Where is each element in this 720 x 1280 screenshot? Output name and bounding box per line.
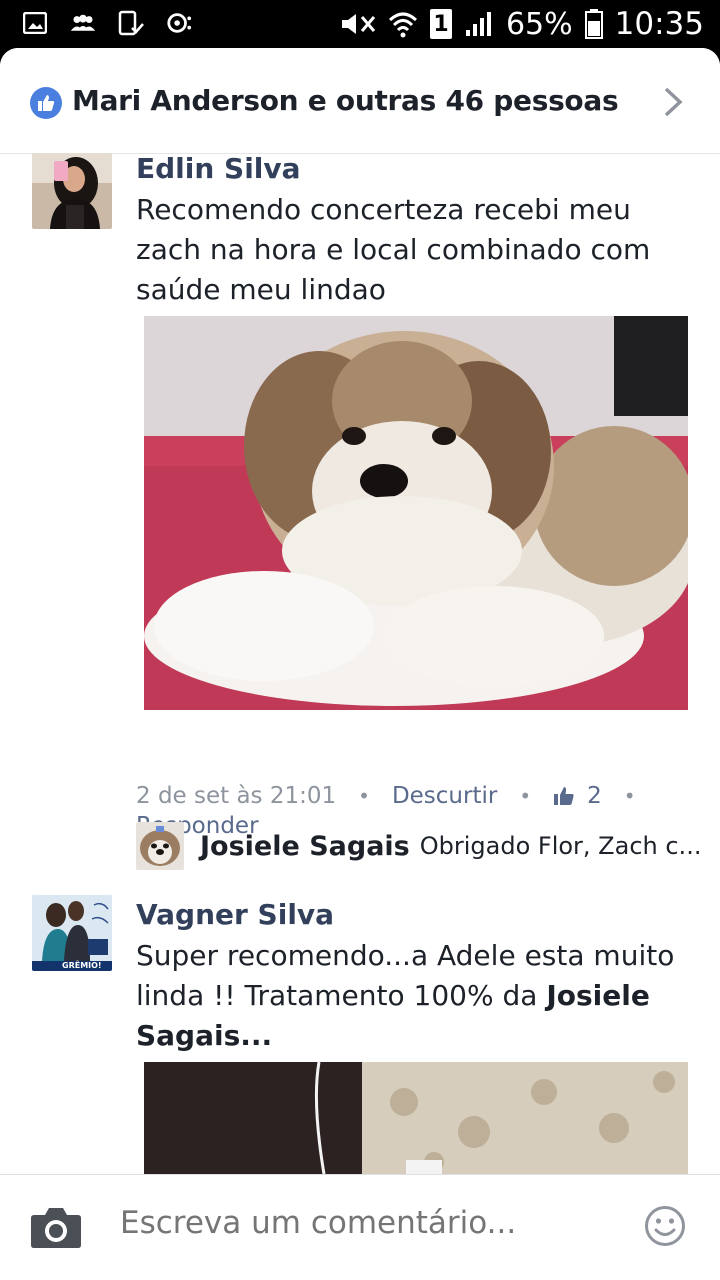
comment-text: Super recomendo...a Adele esta muito lin…	[136, 936, 696, 1056]
comment-timestamp[interactable]: 2 de set às 21:01	[136, 783, 336, 809]
like-count[interactable]: 2	[553, 783, 602, 809]
reply-author[interactable]: Josiele Sagais	[200, 831, 410, 862]
unlike-link[interactable]: Descurtir	[392, 783, 497, 809]
reply-avatar[interactable]	[136, 822, 184, 870]
comment-meta: 2 de set às 21:01 • Descurtir • 2 •	[136, 783, 658, 809]
separator-dot: •	[519, 784, 532, 808]
sim-indicator: 1	[429, 9, 452, 39]
comment-text: Recomendo concerteza recebi meu zach na …	[136, 193, 651, 306]
comment-photo[interactable]	[144, 316, 688, 710]
wifi-icon	[388, 12, 417, 38]
signal-icon	[465, 12, 491, 36]
gallery-icon	[22, 10, 48, 36]
comment-composer	[0, 1174, 720, 1280]
camera-icon[interactable]	[30, 1205, 82, 1249]
like-count-value: 2	[587, 783, 602, 809]
comment-author[interactable]: Edlin Silva	[136, 152, 301, 185]
avatar-caption: GRÊMIO!	[62, 961, 102, 970]
like-badge-icon	[30, 87, 62, 119]
separator-dot: •	[358, 784, 370, 808]
comment-photo[interactable]	[144, 1062, 688, 1174]
clock: 10:35	[614, 6, 704, 42]
reactions-header[interactable]: Mari Anderson e outras 46 pessoas	[0, 48, 720, 154]
emoji-icon[interactable]	[644, 1205, 686, 1247]
thumbs-up-icon	[554, 787, 574, 805]
reply-text: Obrigado Flor, Zach c...	[419, 832, 702, 860]
group-icon	[70, 10, 96, 36]
reply-preview[interactable]: Josiele Sagais Obrigado Flor, Zach c...	[136, 822, 701, 870]
comment-input[interactable]	[120, 1205, 620, 1241]
avatar[interactable]	[32, 153, 112, 229]
mute-icon	[341, 14, 376, 34]
reactions-summary[interactable]: Mari Anderson e outras 46 pessoas	[72, 84, 619, 117]
notification-icons	[22, 10, 192, 36]
status-bar: 1 65% 10:35	[0, 0, 720, 48]
device-check-icon	[118, 10, 144, 36]
sim-number: 1	[433, 11, 449, 37]
avatar[interactable]: GRÊMIO!	[32, 895, 112, 971]
separator-dot: •	[623, 784, 636, 808]
comment-author[interactable]: Vagner Silva	[136, 898, 334, 931]
chevron-right-icon[interactable]	[658, 86, 686, 118]
battery-percent: 65%	[505, 6, 573, 42]
system-status: 1 65% 10:35	[338, 6, 704, 42]
comments-sheet: Mari Anderson e outras 46 pessoas Edlin …	[0, 48, 720, 1280]
battery-icon	[584, 9, 603, 39]
sync-icon	[166, 10, 192, 36]
